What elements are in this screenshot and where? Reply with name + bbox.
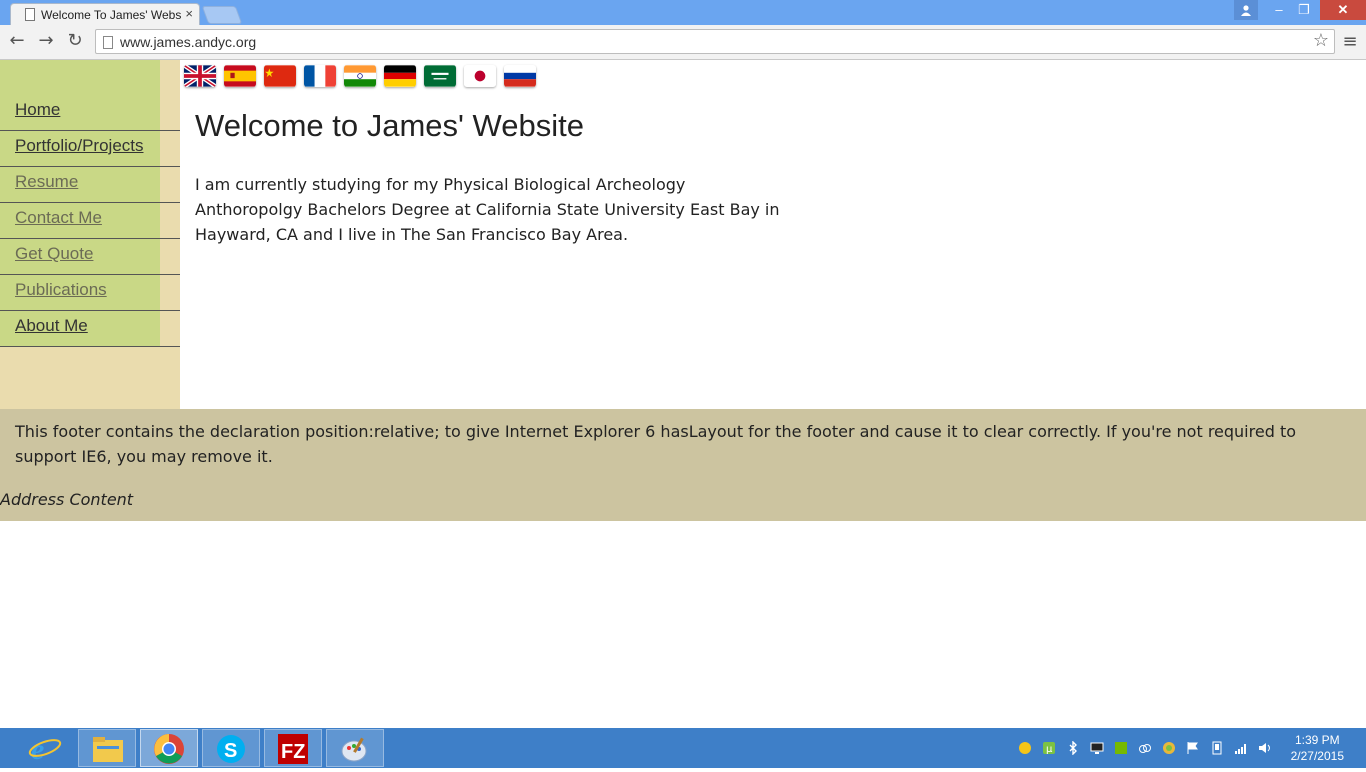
minimize-button[interactable]: –: [1268, 0, 1290, 20]
nav-header-strip: [0, 71, 160, 95]
reload-icon[interactable]: ↻: [64, 30, 86, 52]
nvidia-icon[interactable]: [1114, 741, 1128, 755]
nav-item: Publications: [0, 275, 180, 311]
nav-link-home[interactable]: Home: [0, 95, 160, 130]
forward-arrow-icon[interactable]: →: [35, 30, 57, 52]
intro-paragraph: I am currently studying for my Physical …: [195, 175, 780, 244]
india-flag[interactable]: [344, 65, 376, 87]
tab-close-icon[interactable]: ×: [185, 6, 193, 21]
china-flag[interactable]: [264, 65, 296, 87]
nav-link-resume[interactable]: Resume: [0, 167, 160, 202]
nav-link-get-quote[interactable]: Get Quote: [0, 239, 160, 274]
back-arrow-icon[interactable]: ←: [6, 30, 28, 52]
nav-link-about-me[interactable]: About Me: [0, 311, 160, 346]
nav-link-publications[interactable]: Publications: [0, 275, 160, 310]
site-footer: This footer contains the declaration pos…: [0, 409, 1366, 521]
network-monitor-icon[interactable]: [1090, 741, 1104, 755]
germany-flag[interactable]: [384, 65, 416, 87]
nav-item: Contact Me: [0, 203, 180, 239]
maximize-button[interactable]: ❐: [1292, 0, 1316, 20]
notification-icon[interactable]: [1018, 741, 1032, 755]
tab-title: Welcome To James' Webs: [41, 8, 182, 22]
page-icon: [25, 8, 35, 21]
browser-toolbar: ← → ↻ www.james.andyc.org ☆ ≡: [0, 25, 1366, 60]
file-explorer-icon[interactable]: [78, 729, 136, 767]
nav-link-portfolio-projects[interactable]: Portfolio/Projects: [0, 131, 160, 166]
web-page: Home Portfolio/Projects Resume Contact Me Ge…: [0, 60, 1366, 728]
internet-explorer-icon[interactable]: e: [16, 729, 74, 767]
nav-item: Get Quote: [0, 239, 180, 275]
bluetooth-icon[interactable]: [1066, 741, 1080, 755]
uk-flag[interactable]: [184, 65, 216, 87]
address-bar[interactable]: www.james.andyc.org ☆: [95, 29, 1335, 54]
paint-icon[interactable]: [326, 729, 384, 767]
url-text[interactable]: www.james.andyc.org: [120, 34, 256, 50]
browser-menu-icon[interactable]: ≡: [1341, 31, 1359, 52]
spain-flag[interactable]: [224, 65, 256, 87]
svg-text:µ: µ: [1046, 744, 1053, 755]
system-clock[interactable]: 1:39 PM 2/27/2015: [1291, 732, 1344, 764]
action-center-flag-icon[interactable]: [1186, 741, 1200, 755]
wifi-signal-icon[interactable]: [1234, 741, 1248, 755]
skype-icon[interactable]: S: [202, 729, 260, 767]
clock-date: 2/27/2015: [1290, 749, 1344, 763]
cloud-sync-icon[interactable]: [1138, 741, 1152, 755]
nav-item: Portfolio/Projects: [0, 131, 180, 167]
address-content: Address Content: [0, 490, 134, 509]
close-window-button[interactable]: ✕: [1320, 0, 1366, 20]
nav-item: Home: [0, 95, 180, 131]
clock-time: 1:39 PM: [1294, 733, 1340, 747]
chrome-icon[interactable]: [140, 729, 198, 767]
bookmark-star-icon[interactable]: ☆: [1313, 30, 1329, 51]
page-title: Welcome to James' Website: [195, 108, 584, 143]
svg-text:S: S: [224, 740, 237, 762]
page-icon: [103, 36, 113, 49]
browser-titlebar: Welcome To James' Webs × – ❐ ✕: [0, 0, 1366, 25]
browser-tab[interactable]: Welcome To James' Webs ×: [10, 3, 200, 25]
windows-taskbar: e S FZ µ 1:39 PM 2/27/2015: [0, 728, 1366, 768]
device-icon[interactable]: [1210, 741, 1224, 755]
filezilla-icon[interactable]: FZ: [264, 729, 322, 767]
nav-item: About Me: [0, 311, 180, 347]
app-tray-icon[interactable]: [1162, 741, 1176, 755]
new-tab-button[interactable]: [201, 6, 243, 24]
utorrent-icon[interactable]: µ: [1042, 741, 1056, 755]
user-profile-icon[interactable]: [1234, 0, 1258, 20]
nav-list: Home Portfolio/Projects Resume Contact Me Ge…: [0, 95, 180, 347]
saudi-arabia-flag[interactable]: [424, 65, 456, 87]
france-flag[interactable]: [304, 65, 336, 87]
russia-flag[interactable]: [504, 65, 536, 87]
nav-link-contact-me[interactable]: Contact Me: [0, 203, 160, 238]
nav-item: Resume: [0, 167, 180, 203]
japan-flag[interactable]: [464, 65, 496, 87]
footer-text: This footer contains the declaration pos…: [15, 422, 1296, 466]
svg-text:FZ: FZ: [281, 741, 305, 763]
volume-icon[interactable]: [1258, 741, 1272, 755]
